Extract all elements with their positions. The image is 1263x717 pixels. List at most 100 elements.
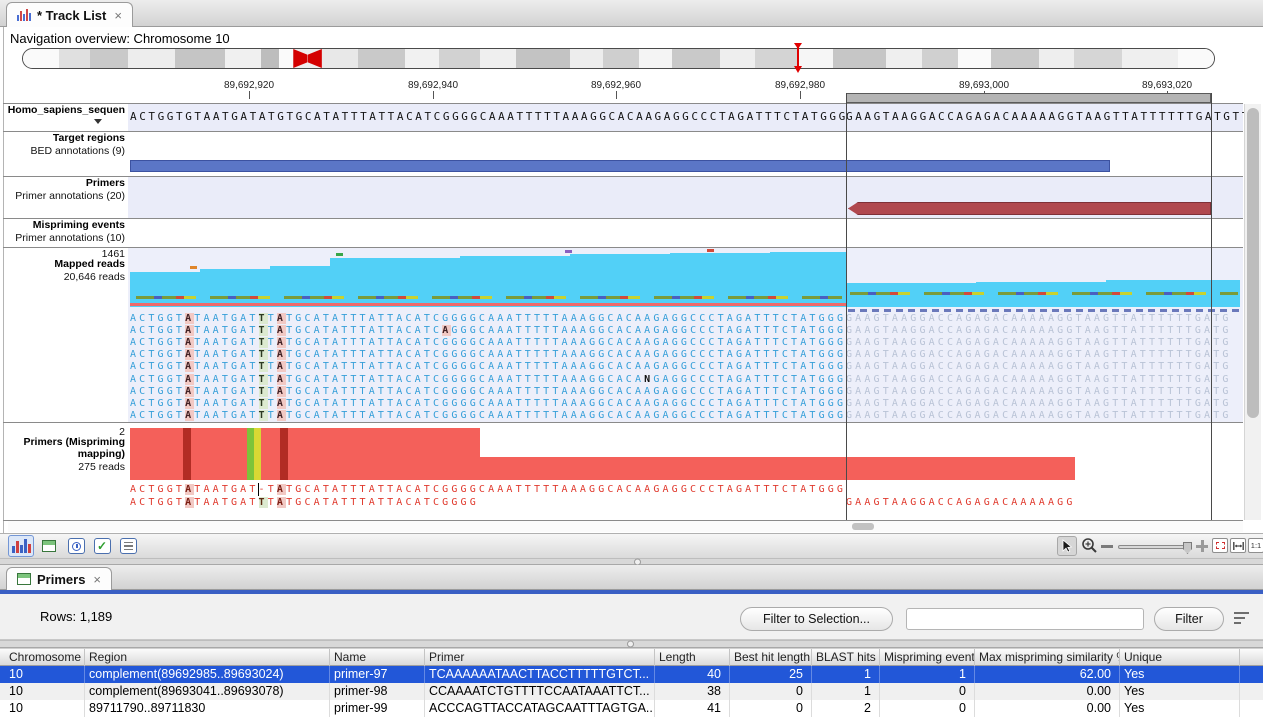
mapped-read-row-faded[interactable]: GAAGTAAGGACCAGAGACAAAAAGGTAAGTTATTTTTTGA… — [846, 349, 1232, 360]
column-header[interactable]: Length — [655, 649, 730, 666]
mapped-read-row-faded[interactable]: GAAGTAAGGACCAGAGACAAAAAGGTAAGTTATTTTTTGA… — [846, 374, 1232, 385]
zoom-slider[interactable] — [1118, 545, 1192, 549]
column-header[interactable]: Chromosome — [5, 649, 85, 666]
tab-primers[interactable]: Primers × — [6, 567, 112, 590]
column-header[interactable]: Primer — [425, 649, 655, 666]
track-title: Primers — [0, 178, 125, 190]
column-header[interactable]: Region — [85, 649, 330, 666]
column-header[interactable]: Best hit length — [730, 649, 812, 666]
zoom-in-button[interactable] — [1196, 540, 1208, 552]
fit-width-button[interactable] — [1230, 538, 1246, 553]
mapped-read-row[interactable]: ACTGGTATAATGATTTATGCATATTTATTACATCAGGGCA… — [130, 325, 846, 336]
divider-handle[interactable] — [634, 558, 641, 565]
vertical-scrollbar[interactable] — [1244, 104, 1261, 520]
divider-handle[interactable] — [627, 641, 634, 648]
mapped-read-row-faded[interactable]: GAAGTAAGGACCAGAGACAAAAAGGTAAGTTATTTTTTGA… — [846, 313, 1232, 324]
one-to-one-zoom-button[interactable]: 1:1 — [1248, 538, 1263, 553]
filter-to-selection-button[interactable]: Filter to Selection... — [740, 607, 893, 631]
history-view-button[interactable] — [63, 535, 89, 557]
ideogram-band — [322, 49, 358, 68]
close-tab-icon[interactable]: × — [93, 572, 101, 587]
table-row[interactable]: 1089711790..89711830primer-99ACCCAGTTACC… — [0, 700, 1263, 717]
mapped-read-row-faded[interactable]: GAAGTAAGGACCAGAGACAAAAAGGTAAGTTATTTTTTGA… — [846, 386, 1232, 397]
mispriming-read-row[interactable]: ACTGGTATAATGATTTATGCATATTTATTACATCGGGG — [130, 497, 479, 508]
mapped-read-row[interactable]: ACTGGTATAATGATTTATGCATATTTATTACATCGGGGCA… — [130, 386, 846, 397]
coverage-speck — [707, 249, 714, 252]
horizontal-scrollbar[interactable] — [8, 521, 1243, 532]
ruler-tick-label: 89,693,020 — [1122, 80, 1212, 91]
table-view-button[interactable] — [36, 535, 62, 557]
mapped-read-row[interactable]: ACTGGTATAATGATTTATGCATATTTATTACATCGGGGCA… — [130, 313, 846, 324]
table-cell: 62.00 — [975, 666, 1120, 683]
tab-track-list[interactable]: * Track List × — [6, 2, 133, 27]
mapped-read-row-faded[interactable]: GAAGTAAGGACCAGAGACAAAAAGGTAAGTTATTTTTTGA… — [846, 361, 1232, 372]
track-layout-view-button[interactable] — [8, 535, 34, 557]
mispriming-read-row[interactable]: ACTGGTATAATGAT-TATGCATATTTATTACATCGGGGCA… — [130, 484, 846, 495]
table-header: ChromosomeRegionNamePrimerLengthBest hit… — [0, 648, 1263, 666]
column-header[interactable]: Name — [330, 649, 425, 666]
zoom-slider-thumb[interactable] — [1183, 542, 1192, 554]
column-header[interactable]: BLAST hits — [812, 649, 880, 666]
column-header[interactable]: Unique — [1120, 649, 1240, 666]
mismatch-line — [136, 296, 842, 299]
mispriming-coverage-block — [480, 457, 846, 480]
chromosome-ideogram[interactable] — [22, 48, 1215, 69]
ideogram-band — [672, 49, 720, 68]
zoom-to-selection-button[interactable] — [1212, 538, 1228, 553]
mapped-read-row[interactable]: ACTGGTATAATGATTTATGCATATTTATTACATCGGGGCA… — [130, 398, 846, 409]
reference-sequence[interactable]: GAAGTAAGGACCAGAGACAAAAAGGTAAGTTATTTTTTGA… — [846, 110, 1251, 123]
report-view-button[interactable]: ✓ — [89, 535, 115, 557]
zoom-tool-button[interactable] — [1081, 537, 1099, 560]
variant-base: A — [277, 410, 286, 421]
mapped-read-row-faded[interactable]: GAAGTAAGGACCAGAGACAAAAAGGTAAGTTATTTTTTGA… — [846, 325, 1232, 336]
horizontal-scrollbar-thumb[interactable] — [852, 523, 874, 530]
selection-region-bar[interactable] — [846, 93, 1211, 103]
variant-base: T — [259, 349, 268, 360]
variant-base: A — [185, 386, 194, 397]
ideogram-band — [59, 49, 90, 68]
variant-base: A — [277, 398, 286, 409]
mapped-read-row[interactable]: ACTGGTATAATGATTTATGCATATTTATTACATCGGGGCA… — [130, 349, 846, 360]
ideogram-band — [755, 49, 797, 68]
table-cell: 10 — [5, 683, 85, 700]
clock-icon — [68, 538, 85, 554]
primer-annotation[interactable] — [848, 202, 1211, 215]
variant-base: N — [644, 374, 653, 385]
table-cell: primer-99 — [330, 700, 425, 717]
table-cell: 38 — [655, 683, 730, 700]
ideogram-band — [516, 49, 570, 68]
mapped-read-row[interactable]: ACTGGTATAATGATTTATGCATATTTATTACATCGGGGCA… — [130, 337, 846, 348]
text-view-button[interactable] — [115, 535, 141, 557]
close-tab-icon[interactable]: × — [114, 8, 122, 23]
mapped-read-row[interactable]: ACTGGTATAATGATTTATGCATATTTATTACATCGGGGCA… — [130, 361, 846, 372]
zoom-out-button[interactable] — [1101, 545, 1113, 548]
table-row[interactable]: 10complement(89692985..89693024)primer-9… — [0, 666, 1263, 683]
selection-right-edge[interactable] — [1211, 93, 1212, 520]
column-header[interactable]: Max mispriming similarity % — [975, 649, 1120, 666]
panel-resize-divider[interactable] — [0, 558, 1263, 565]
mapped-read-row[interactable]: ACTGGTATAATGATTTATGCATATTTATTACATCGGGGCA… — [130, 410, 846, 421]
filter-options-icon[interactable] — [1234, 612, 1249, 624]
ruler-tick-mark — [249, 91, 250, 99]
chevron-down-icon[interactable] — [94, 119, 102, 124]
mapped-read-row-faded[interactable]: GAAGTAAGGACCAGAGACAAAAAGGTAAGTTATTTTTTGA… — [846, 410, 1232, 421]
reference-sequence[interactable]: ACTGGTGTAATGATATGTGCATATTTATTACATCGGGGCA… — [130, 110, 848, 123]
selection-tool-button[interactable] — [1057, 536, 1077, 556]
mapped-read-row-faded[interactable]: GAAGTAAGGACCAGAGACAAAAAGGTAAGTTATTTTTTGA… — [846, 337, 1232, 348]
mapped-read-row-faded[interactable]: GAAGTAAGGACCAGAGACAAAAAGGTAAGTTATTTTTTGA… — [846, 398, 1232, 409]
variant-base: A — [185, 361, 194, 372]
track-divider-line — [3, 218, 1243, 219]
ideogram-band — [603, 49, 639, 68]
table-row[interactable]: 10complement(89693041..89693078)primer-9… — [0, 683, 1263, 700]
variant-base: A — [442, 325, 451, 336]
mapped-read-row[interactable]: ACTGGTATAATGATTTATGCATATTTATTACATCGGGGCA… — [130, 374, 846, 385]
table-resize-divider[interactable] — [0, 640, 1263, 648]
target-region-annotation[interactable] — [130, 160, 1110, 172]
filter-input[interactable] — [906, 608, 1144, 630]
mispriming-read-row[interactable]: GAAGTAAGGACCAGAGACAAAAAGG — [846, 497, 1076, 508]
selection-left-edge[interactable] — [846, 93, 847, 520]
vertical-scrollbar-thumb[interactable] — [1247, 108, 1259, 418]
filter-button[interactable]: Filter — [1154, 607, 1224, 631]
column-header[interactable]: Mispriming events — [880, 649, 975, 666]
table-icon — [42, 540, 56, 552]
